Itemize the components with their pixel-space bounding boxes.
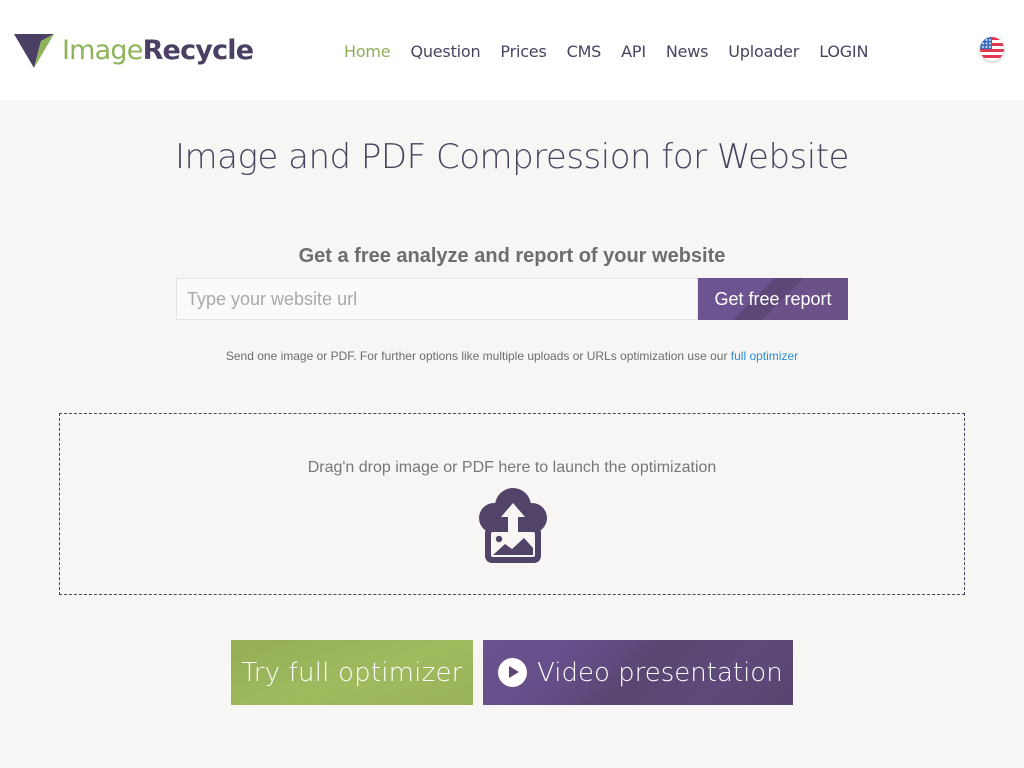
video-presentation-button[interactable]: Video presentation — [483, 640, 793, 705]
nav-question[interactable]: Question — [410, 41, 480, 63]
try-full-optimizer-button[interactable]: Try full optimizer — [231, 640, 473, 705]
report-heading: Get a free analyze and report of your we… — [298, 245, 726, 267]
file-dropzone[interactable]: Drag'n drop image or PDF here to launch … — [59, 413, 965, 595]
logo-triangle-icon — [14, 34, 54, 68]
full-optimizer-link[interactable]: full optimizer — [731, 349, 798, 363]
nav-news[interactable]: News — [666, 41, 709, 63]
video-presentation-label: Video presentation — [537, 657, 783, 688]
nav-home[interactable]: Home — [344, 41, 391, 63]
get-free-report-button[interactable]: Get free report — [698, 278, 848, 320]
upload-hint: Send one image or PDF. For further optio… — [0, 348, 1024, 364]
logo-text: ImageRecycle — [62, 35, 254, 66]
cloud-upload-image-icon[interactable] — [476, 486, 550, 564]
page-title: Image and PDF Compression for Website — [175, 137, 849, 177]
logo[interactable]: ImageRecycle — [14, 33, 254, 69]
nav-login[interactable]: LOGIN — [819, 41, 868, 63]
us-flag-icon[interactable] — [980, 37, 1004, 61]
dropzone-text: Drag'n drop image or PDF here to launch … — [307, 459, 717, 476]
header: ImageRecycle Home Question Prices CMS AP… — [0, 0, 1024, 100]
website-url-input[interactable] — [176, 278, 698, 320]
main-nav: Home Question Prices CMS API News Upload… — [344, 41, 888, 63]
nav-prices[interactable]: Prices — [500, 41, 546, 63]
nav-uploader[interactable]: Uploader — [728, 41, 799, 63]
hint-text: Send one image or PDF. For further optio… — [225, 349, 731, 363]
nav-cms[interactable]: CMS — [567, 41, 602, 63]
nav-api[interactable]: API — [621, 41, 646, 63]
play-icon — [498, 658, 527, 687]
